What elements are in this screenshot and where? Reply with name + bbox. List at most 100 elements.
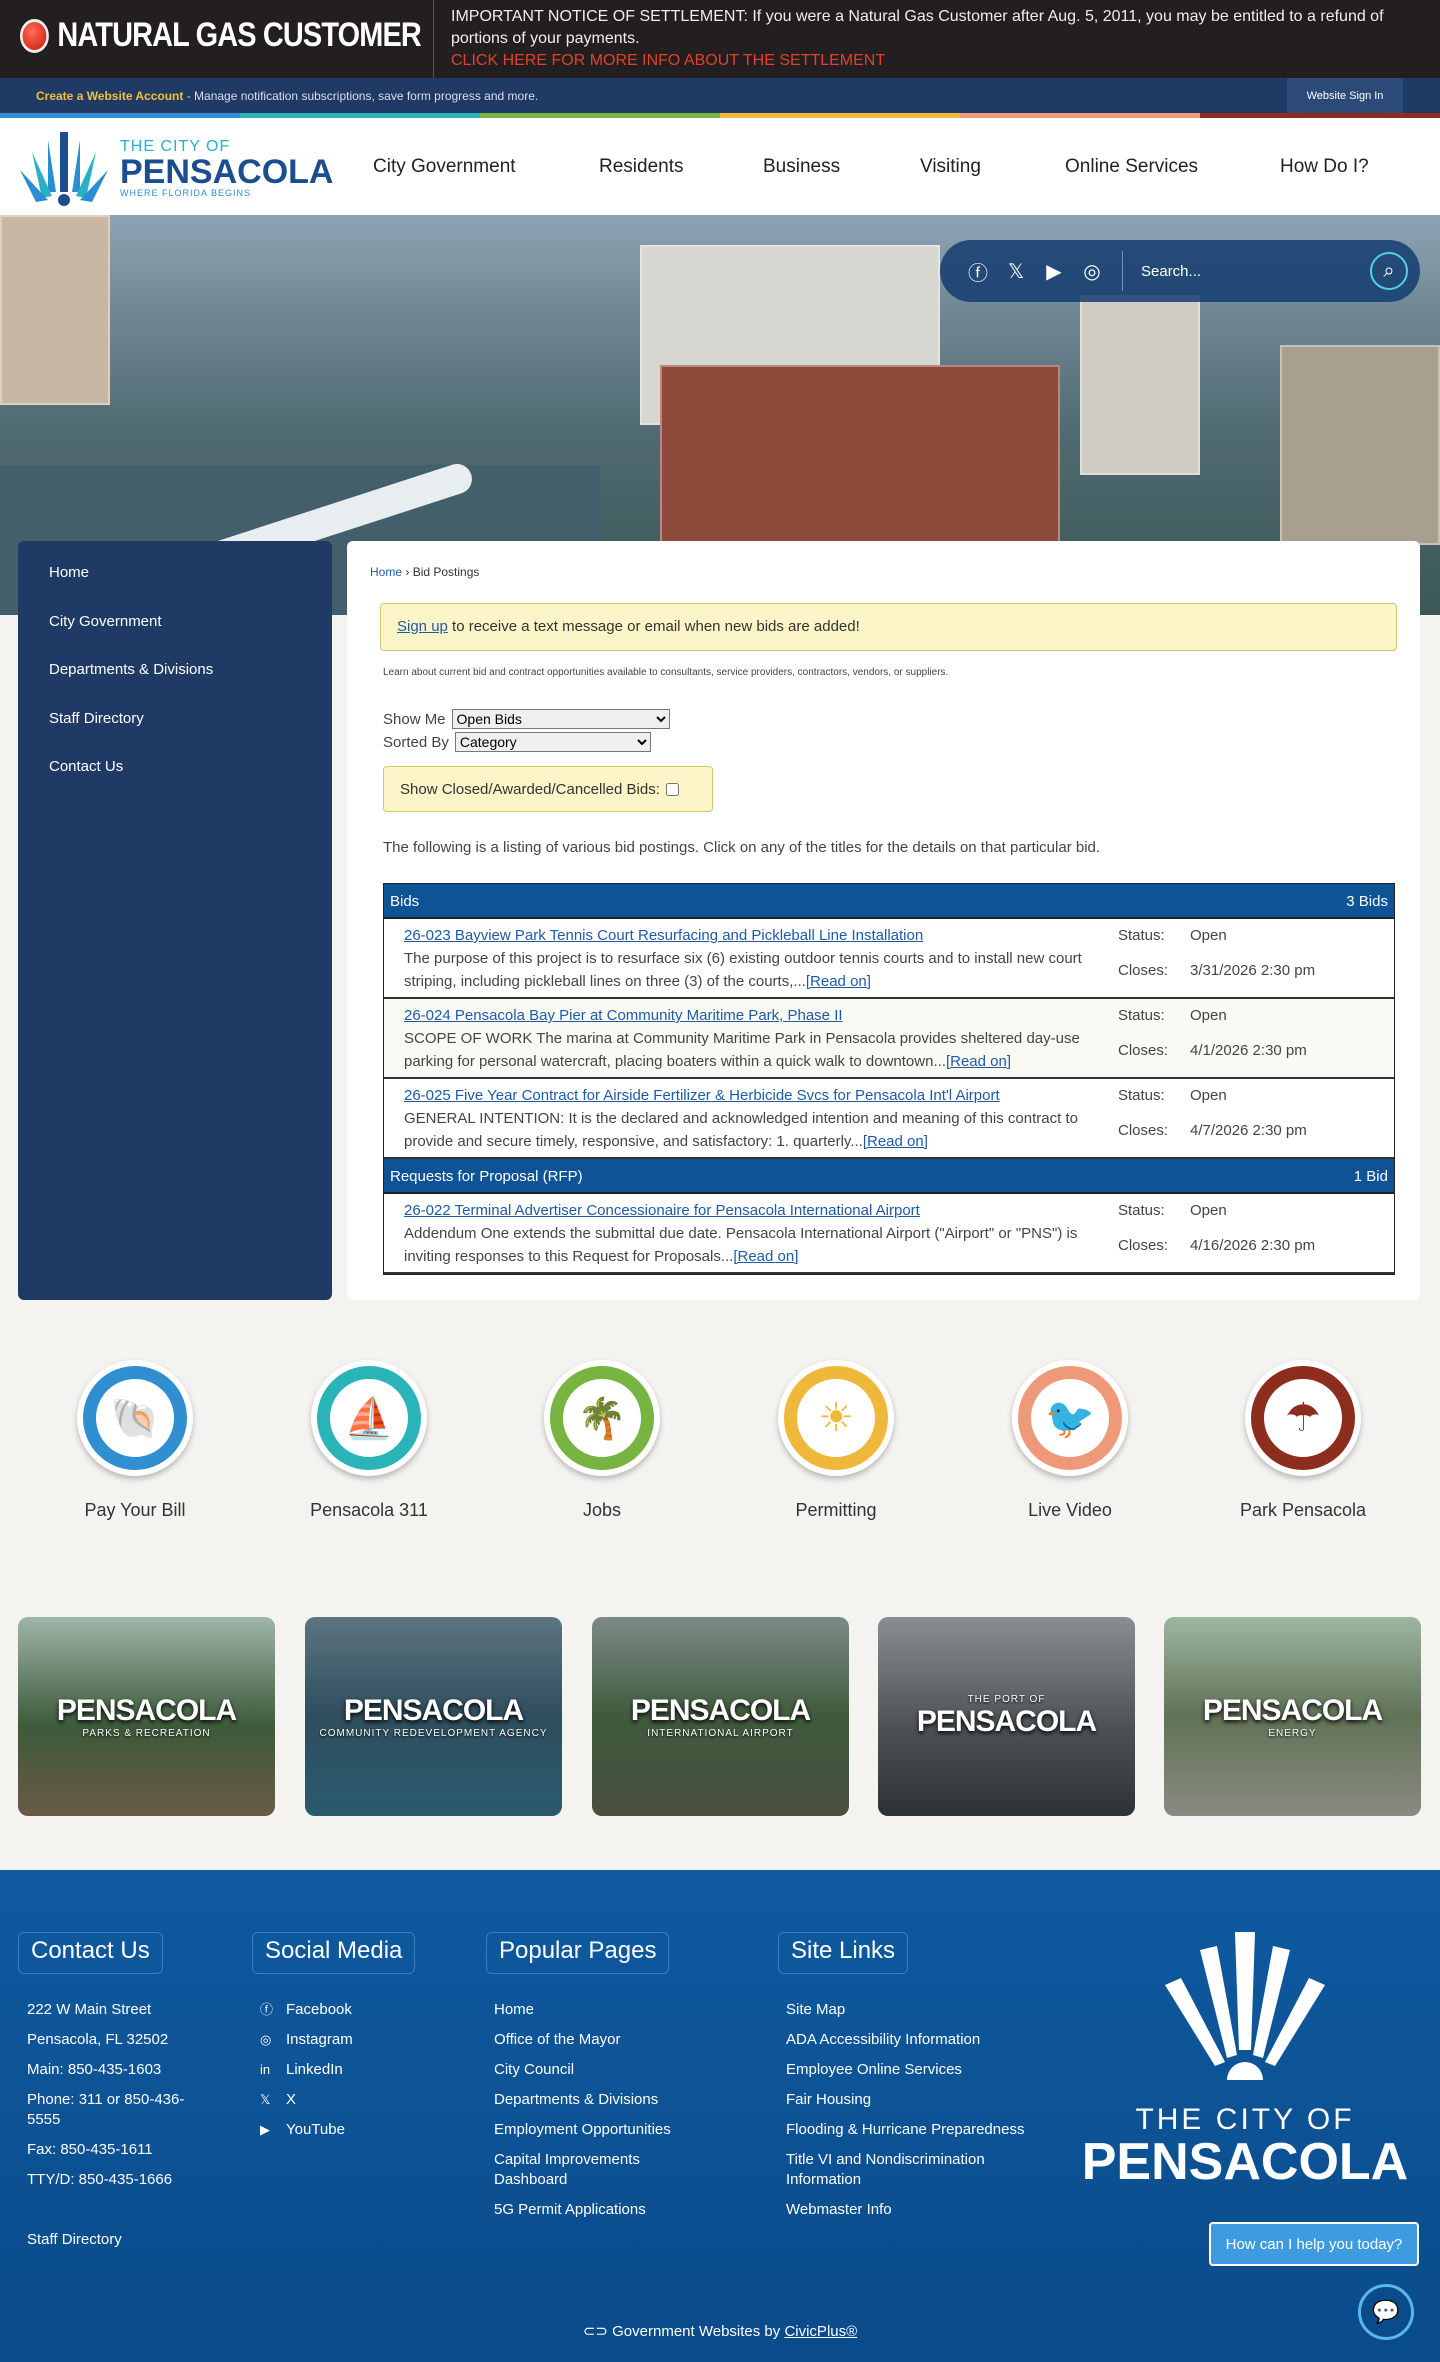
site-link[interactable]: Fair Housing — [786, 2090, 1026, 2110]
footer-heading-contact: Contact Us — [18, 1932, 163, 1974]
partner-tile[interactable]: THE PORT OF PENSACOLA — [878, 1617, 1135, 1816]
youtube-icon[interactable]: ▶ — [1042, 259, 1066, 284]
read-on-link[interactable]: [Read on] — [733, 1248, 798, 1265]
show-closed-checkbox[interactable] — [665, 782, 679, 796]
partner-tile[interactable]: PENSACOLA PARKS & RECREATION — [18, 1617, 275, 1816]
create-account-link[interactable]: Create a Website Account — [36, 89, 183, 103]
closes-value: 3/31/2026 2:30 pm — [1190, 961, 1316, 979]
sun-icon: ☀ — [790, 1372, 882, 1464]
social-label: Facebook — [286, 2001, 352, 2018]
show-me-select[interactable]: Open Bids — [451, 709, 670, 729]
instagram-icon[interactable]: ◎ — [1080, 259, 1104, 284]
nav-how-do-i[interactable]: How Do I? — [1280, 156, 1369, 178]
popular-page-link[interactable]: Departments & Divisions — [494, 2090, 694, 2110]
settlement-link[interactable]: CLICK HERE FOR MORE INFO ABOUT THE SETTL… — [451, 50, 1431, 72]
sidebar-item-contact-us[interactable]: Contact Us — [18, 747, 332, 796]
sorted-by-select[interactable]: Category — [454, 732, 651, 752]
closes-label: Closes: — [1118, 1236, 1169, 1254]
facebook-icon: ⓕ — [260, 2002, 274, 2017]
civicplus-icon: ⊂⊃ — [582, 2323, 613, 2340]
quick-link-permitting[interactable]: ☀ Permitting — [751, 1360, 921, 1521]
site-link[interactable]: Site Map — [786, 2000, 1026, 2020]
pelican-icon: 🐦 — [1024, 1372, 1116, 1464]
sign-in-button[interactable]: Website Sign In — [1287, 78, 1403, 113]
popular-page-link[interactable]: 5G Permit Applications — [494, 2200, 694, 2220]
popular-page-link[interactable]: Capital Improvements Dashboard — [494, 2150, 694, 2190]
bid-summary: The purpose of this project is to resurf… — [404, 950, 1082, 990]
nav-residents[interactable]: Residents — [599, 156, 684, 178]
site-header: THE CITY OF PENSACOLA WHERE FLORIDA BEGINS… — [0, 118, 1440, 215]
quick-link-circle: 🐦 — [1012, 1360, 1128, 1476]
bid-title-link[interactable]: 26-023 Bayview Park Tennis Court Resurfa… — [404, 924, 1118, 947]
partner-tile[interactable]: PENSACOLA COMMUNITY REDEVELOPMENT AGENCY — [305, 1617, 562, 1816]
breadcrumb-home[interactable]: Home — [370, 565, 402, 579]
closes-label: Closes: — [1118, 1041, 1169, 1059]
social-list: ⓕ Facebook ◎ Instagram in LinkedIn 𝕏 X ▶ YouTube — [260, 2000, 420, 2150]
quick-link-circle: ⛵ — [311, 1360, 427, 1476]
quick-link-live-video[interactable]: 🐦 Live Video — [985, 1360, 1155, 1521]
site-links-list: Site Map ADA Accessibility Information Emp… — [786, 2000, 1026, 2230]
search-input[interactable]: Search... — [1141, 263, 1356, 280]
read-on-link[interactable]: [Read on] — [946, 1053, 1011, 1070]
sidebar: Home City Government Departments & Divis… — [18, 541, 332, 1300]
bid-title-link[interactable]: 26-025 Five Year Contract for Airside Fe… — [404, 1084, 1118, 1107]
bid-status: Status: Open Closes: 4/7/2026 2:30 pm — [1118, 1084, 1374, 1153]
read-on-link[interactable]: [Read on] — [863, 1133, 928, 1150]
tile-name: PENSACOLA — [56, 1694, 237, 1727]
nav-business[interactable]: Business — [763, 156, 840, 178]
bid-description: 26-025 Five Year Contract for Airside Fe… — [404, 1084, 1118, 1153]
search-icon[interactable]: ⌕ — [1370, 252, 1408, 290]
site-link[interactable]: Title VI and Nondiscrimination Informati… — [786, 2150, 1026, 2190]
social-link-linkedin[interactable]: in LinkedIn — [260, 2060, 420, 2080]
chat-prompt-button[interactable]: How can I help you today? — [1209, 2222, 1419, 2266]
site-link[interactable]: Webmaster Info — [786, 2200, 1026, 2220]
quick-link-park-pensacola[interactable]: ☂ Park Pensacola — [1218, 1360, 1388, 1521]
quick-link-circle: 🐚 — [77, 1360, 193, 1476]
city-logo[interactable]: THE CITY OF PENSACOLA WHERE FLORIDA BEGINS — [18, 130, 333, 206]
site-link[interactable]: Flooding & Hurricane Preparedness — [786, 2120, 1026, 2140]
table-row: 26-023 Bayview Park Tennis Court Resurfa… — [384, 919, 1394, 999]
quick-link-jobs[interactable]: 🌴 Jobs — [517, 1360, 687, 1521]
quick-link-pay-your-bill[interactable]: 🐚 Pay Your Bill — [50, 1360, 220, 1521]
nav-online-services[interactable]: Online Services — [1065, 156, 1198, 178]
table-row: 26-024 Pensacola Bay Pier at Community M… — [384, 999, 1394, 1079]
social-link-youtube[interactable]: ▶ YouTube — [260, 2120, 420, 2140]
table-row: 26-022 Terminal Advertiser Concessionair… — [384, 1194, 1394, 1274]
quick-link-pensacola-311[interactable]: ⛵ Pensacola 311 — [284, 1360, 454, 1521]
site-link[interactable]: Employee Online Services — [786, 2060, 1026, 2080]
bid-title-link[interactable]: 26-024 Pensacola Bay Pier at Community M… — [404, 1004, 1118, 1027]
settlement-banner: NATURAL GAS CUSTOMER IMPORTANT NOTICE OF… — [0, 0, 1440, 78]
nav-city-government[interactable]: City Government — [373, 156, 516, 178]
quick-link-circle: ☂ — [1245, 1360, 1361, 1476]
sidebar-item-staff-directory[interactable]: Staff Directory — [18, 699, 332, 748]
popular-page-link[interactable]: Home — [494, 2000, 694, 2020]
group-header: Requests for Proposal (RFP) 1 Bid — [384, 1159, 1394, 1194]
bid-title-link[interactable]: 26-022 Terminal Advertiser Concessionair… — [404, 1199, 1118, 1222]
social-link-instagram[interactable]: ◎ Instagram — [260, 2030, 420, 2050]
facebook-icon[interactable]: ⓕ — [966, 257, 990, 286]
sidebar-item-home[interactable]: Home — [18, 553, 332, 602]
x-icon[interactable]: 𝕏 — [1004, 259, 1028, 284]
partner-tile[interactable]: PENSACOLA INTERNATIONAL AIRPORT — [592, 1617, 849, 1816]
sorted-by-filter: Sorted By Category — [383, 732, 651, 752]
sidebar-item-departments[interactable]: Departments & Divisions — [18, 650, 332, 699]
sidebar-item-city-government[interactable]: City Government — [18, 602, 332, 651]
bid-description: 26-022 Terminal Advertiser Concessionair… — [404, 1199, 1118, 1268]
site-link[interactable]: ADA Accessibility Information — [786, 2030, 1026, 2050]
listing-text: The following is a listing of various bi… — [383, 839, 1101, 856]
nav-visiting[interactable]: Visiting — [920, 156, 981, 178]
popular-page-link[interactable]: Employment Opportunities — [494, 2120, 694, 2140]
staff-directory-link[interactable]: Staff Directory — [27, 2230, 187, 2250]
civicplus-link[interactable]: CivicPlus® — [784, 2323, 857, 2340]
footer-heading-social: Social Media — [252, 1932, 416, 1974]
tile-subtitle: ENERGY — [1268, 1728, 1317, 1739]
partner-tile[interactable]: PENSACOLA ENERGY — [1164, 1617, 1421, 1816]
group-name: Requests for Proposal (RFP) — [390, 1168, 583, 1185]
sign-up-link[interactable]: Sign up — [397, 618, 448, 635]
popular-page-link[interactable]: City Council — [494, 2060, 694, 2080]
social-link-facebook[interactable]: ⓕ Facebook — [260, 2000, 420, 2020]
read-on-link[interactable]: [Read on] — [806, 973, 871, 990]
popular-page-link[interactable]: Office of the Mayor — [494, 2030, 694, 2050]
status-value: Open — [1190, 1087, 1227, 1104]
social-link-x[interactable]: 𝕏X — [260, 2090, 420, 2110]
